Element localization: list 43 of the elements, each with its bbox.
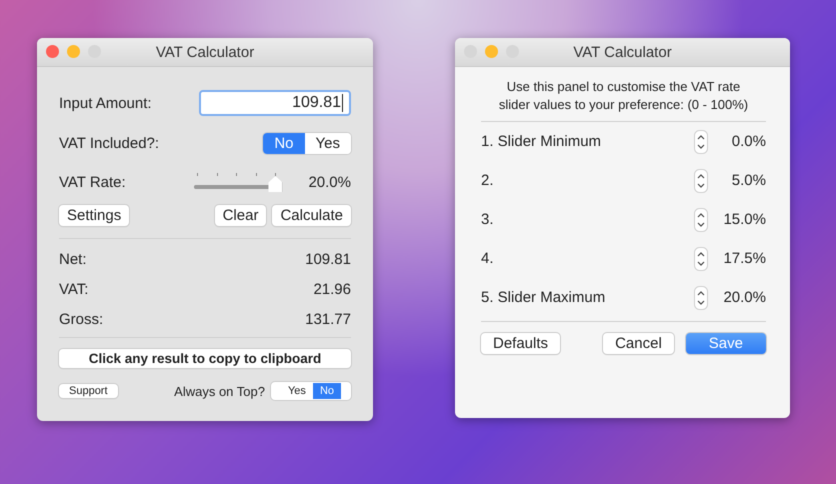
input-amount-field[interactable]: 109.81 [199,90,351,116]
vat-included-label: VAT Included?: [59,135,160,152]
dialog-button[interactable]: Cancel [603,333,674,354]
vat-rate-label: VAT Rate: [59,174,126,190]
slider-value-label: 2. [481,172,494,189]
instructions-text: Use this panel to customise the VAT rate slider values to your preference: (0 - 100%) [498,78,748,114]
slider-value-label: 1. Slider Minimum [481,133,602,150]
calculate-button[interactable]: Calculate [272,205,351,226]
window-title: VAT Calculator [156,44,254,60]
slider-value-label: 3. [481,211,494,228]
minimize-window-button[interactable] [67,45,80,58]
result-value[interactable]: 109.81 [305,250,351,268]
slider-value: 0.0% [730,133,766,150]
always-on-top-label: Always on Top? [174,384,265,398]
slider-value-label: 5. Slider Maximum [481,289,606,306]
stepper-icon[interactable] [694,168,708,192]
result-value[interactable]: 131.77 [305,310,351,328]
stepper-icon[interactable] [694,130,708,154]
slider-value: 17.5% [722,250,766,267]
slider-value: 5.0% [730,172,766,189]
stepper-icon[interactable] [694,208,708,232]
settings-button[interactable]: Settings [59,205,130,226]
result-label: Net: [59,250,87,268]
copy-to-clipboard-button[interactable]: Click any result to copy to clipboard [59,349,351,368]
slider-thumb[interactable] [268,176,282,192]
slider-value-label: 4. [481,250,494,267]
clear-button[interactable]: Clear [214,205,266,226]
slider-value: 20.0% [722,289,766,306]
stepper-icon[interactable] [694,286,708,310]
result-label: Gross: [59,310,104,328]
input-amount-label: Input Amount: [59,94,152,112]
close-window-button[interactable] [46,45,59,58]
stepper-icon[interactable] [694,246,708,270]
result-value[interactable]: 21.96 [313,280,351,298]
vat-included-option[interactable]: No [263,133,305,154]
result-label: VAT: [59,280,88,298]
minimize-window-button[interactable] [485,45,498,58]
support-button[interactable]: Support [59,384,118,398]
vat-rate-reading: 20.0% [308,174,351,190]
dialog-button[interactable]: Defaults [481,333,560,354]
always-on-top-option[interactable]: No [312,383,341,399]
window-title: VAT Calculator [573,44,672,60]
slider-value: 15.0% [722,211,766,228]
